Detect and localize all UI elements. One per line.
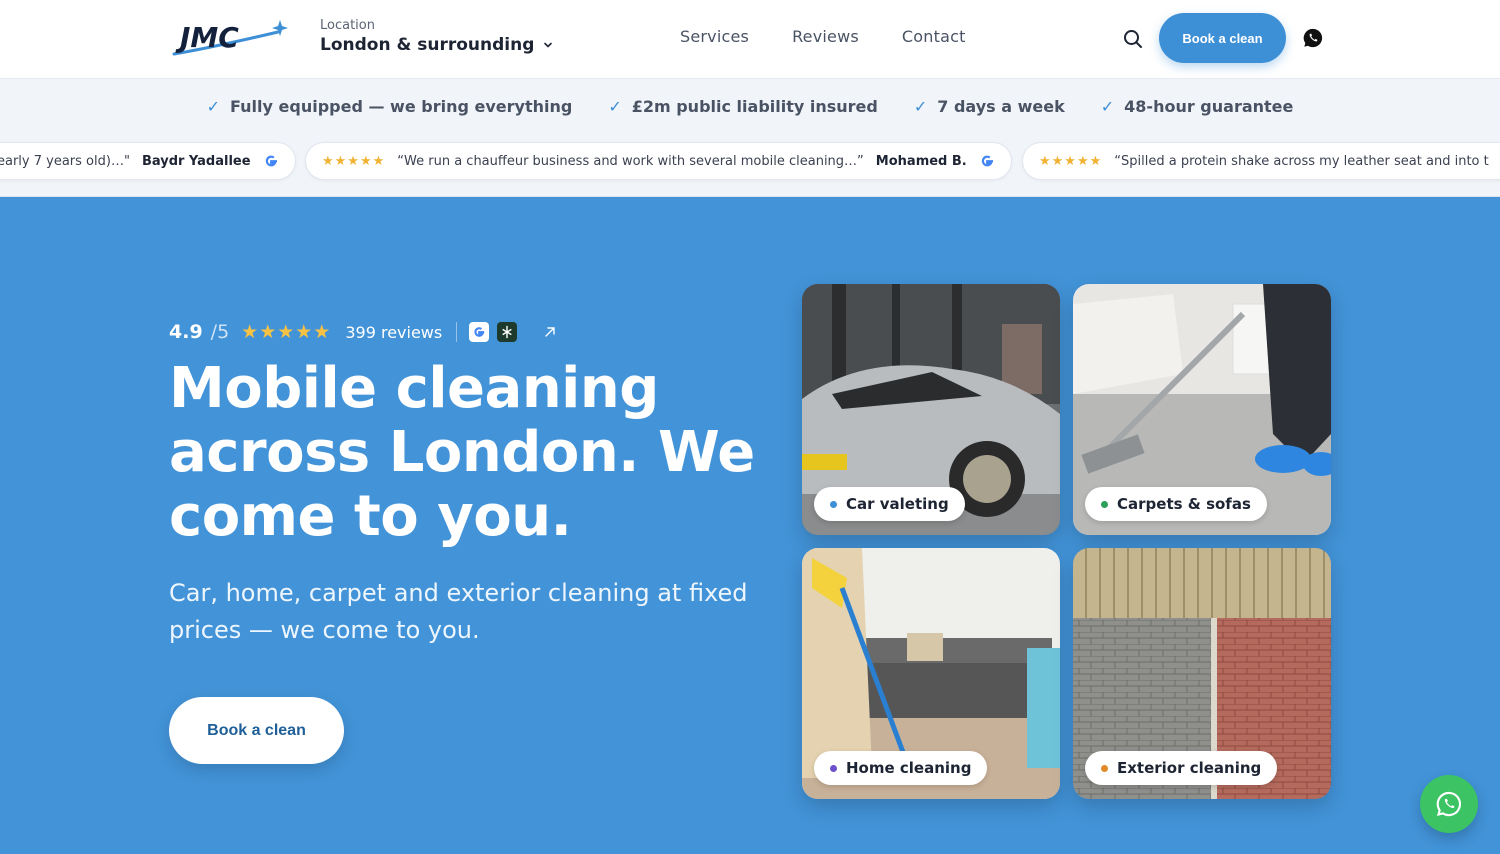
service-label: Car valeting [814, 487, 965, 521]
trustpilot-icon [497, 322, 518, 342]
book-clean-hero-button[interactable]: Book a clean [169, 697, 344, 764]
hero-title: Mobile cleaning across London. We come t… [169, 356, 755, 549]
location-value: London & surrounding [320, 35, 535, 55]
google-icon [981, 155, 993, 167]
svg-text:JMC: JMC [175, 21, 239, 54]
status-dot [1101, 764, 1108, 772]
nav-services[interactable]: Services [680, 27, 749, 46]
service-tile-carpets-sofas[interactable]: Carpets & sofas [1073, 284, 1331, 535]
service-label: Carpets & sofas [1085, 487, 1267, 521]
feature-item: ✓ 7 days a week [913, 97, 1065, 116]
main-nav: Services Reviews Contact [680, 27, 966, 46]
site-header: JMC Location London & surrounding Servic… [0, 0, 1500, 79]
service-tile-exterior-cleaning[interactable]: Exterior cleaning [1073, 548, 1331, 799]
review-card[interactable]: ★★★★★ “Spilled a protein shake across my… [1022, 142, 1500, 180]
feature-list: ✓ Fully equipped — we bring everything ✓ £… [0, 97, 1500, 116]
status-dot [830, 764, 837, 772]
rating-score: 4.9 [169, 321, 203, 343]
status-dot [1101, 500, 1108, 508]
rating-stars: ★★★★★ [322, 153, 386, 169]
nav-contact[interactable]: Contact [902, 27, 966, 46]
search-icon[interactable] [1121, 27, 1145, 51]
location-selector[interactable]: London & surrounding [320, 35, 554, 55]
divider [456, 322, 458, 342]
trust-strip: ✓ Fully equipped — we bring everything ✓ £… [0, 79, 1500, 197]
review-count[interactable]: 399 reviews [345, 323, 442, 342]
location-label: Location [320, 18, 375, 33]
external-link-arrow-icon[interactable] [543, 325, 557, 339]
review-card[interactable]: ★★★★★ “We run a chauffeur business and w… [305, 142, 1012, 180]
hero-subtitle: Car, home, carpet and exterior cleaning … [169, 579, 748, 644]
check-icon: ✓ [206, 97, 221, 116]
whatsapp-icon[interactable] [1302, 27, 1324, 49]
rating-stars: ★★★★★ [1039, 153, 1103, 169]
feature-item: ✓ Fully equipped — we bring everything [206, 97, 573, 116]
google-icon [469, 322, 490, 342]
check-icon: ✓ [913, 97, 928, 116]
service-tile-home-cleaning[interactable]: Home cleaning [802, 548, 1060, 799]
chevron-down-icon [544, 42, 553, 48]
feature-item: ✓ £2m public liability insured [608, 97, 878, 116]
rating-stars: ★★★★★ [241, 321, 332, 343]
rating-max: /5 [210, 321, 230, 343]
google-icon [265, 155, 277, 167]
jmc-logo[interactable]: JMC [170, 18, 288, 60]
service-tile-car-valeting[interactable]: Car valeting [802, 284, 1060, 535]
service-label: Home cleaning [814, 751, 988, 785]
check-icon: ✓ [608, 97, 622, 116]
check-icon: ✓ [1100, 97, 1115, 116]
hero-section: 4.9 /5 ★★★★★ 399 reviews Mobile cleaning… [0, 197, 1500, 854]
feature-item: ✓ 48-hour guarantee [1100, 97, 1294, 116]
whatsapp-float-button[interactable] [1420, 775, 1478, 833]
nav-reviews[interactable]: Reviews [792, 27, 859, 46]
book-clean-header-button[interactable]: Book a clean [1159, 13, 1286, 63]
whatsapp-icon [1436, 791, 1462, 817]
rating-summary: 4.9 /5 ★★★★★ 399 reviews [169, 321, 557, 343]
status-dot [830, 500, 837, 508]
service-label: Exterior cleaning [1085, 751, 1278, 785]
review-card[interactable]: early 7 years old)…" Baydr Yadallee [0, 142, 296, 180]
